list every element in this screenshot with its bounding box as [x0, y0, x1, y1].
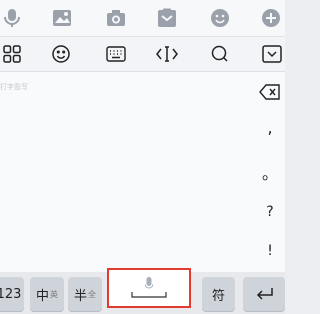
voice-microphone-icon	[145, 277, 153, 289]
punct-exclaim[interactable]: !	[255, 243, 285, 259]
keyboard-toolbar	[0, 37, 285, 72]
keyboard-icon[interactable]	[104, 42, 128, 66]
plus-icon[interactable]	[259, 6, 283, 30]
microphone-icon[interactable]	[0, 6, 24, 30]
clipboard-icon[interactable]	[155, 6, 179, 30]
punct-period[interactable]: 。	[255, 160, 285, 184]
camera-icon[interactable]	[104, 6, 128, 30]
enter-key[interactable]	[243, 277, 285, 311]
toggle-main-label: 中	[35, 288, 49, 304]
chinese-english-toggle[interactable]: 中英	[30, 277, 64, 311]
smile-icon[interactable]	[208, 6, 232, 30]
candidate-area	[0, 72, 285, 272]
half-sub-label: 全	[88, 289, 96, 299]
symbols-key-label: 符	[211, 288, 225, 304]
half-main-label: 半	[73, 288, 87, 304]
space-voice-key[interactable]	[109, 270, 189, 306]
punct-question[interactable]: ?	[255, 204, 285, 220]
punct-comma[interactable]: ,	[255, 118, 285, 137]
backspace-icon[interactable]	[259, 84, 281, 100]
collapse-icon[interactable]	[260, 42, 284, 66]
toggle-sub-label: 英	[50, 289, 58, 299]
grid-icon[interactable]	[0, 42, 24, 66]
emoji-icon[interactable]	[49, 42, 73, 66]
enter-icon	[256, 288, 273, 300]
half-full-width-toggle[interactable]: 半全	[68, 277, 102, 311]
space-voice-key-highlight	[107, 268, 191, 308]
cursor-icon[interactable]	[155, 42, 179, 66]
space-icon	[131, 292, 167, 298]
symbols-key[interactable]: 符	[202, 277, 235, 311]
quick-action-bar	[0, 0, 285, 37]
numbers-key-label: 123	[0, 286, 22, 302]
numbers-key[interactable]: 123	[0, 277, 24, 311]
placeholder-hint: 打字盈写	[0, 83, 28, 91]
image-icon[interactable]	[50, 6, 74, 30]
search-icon[interactable]	[208, 42, 232, 66]
